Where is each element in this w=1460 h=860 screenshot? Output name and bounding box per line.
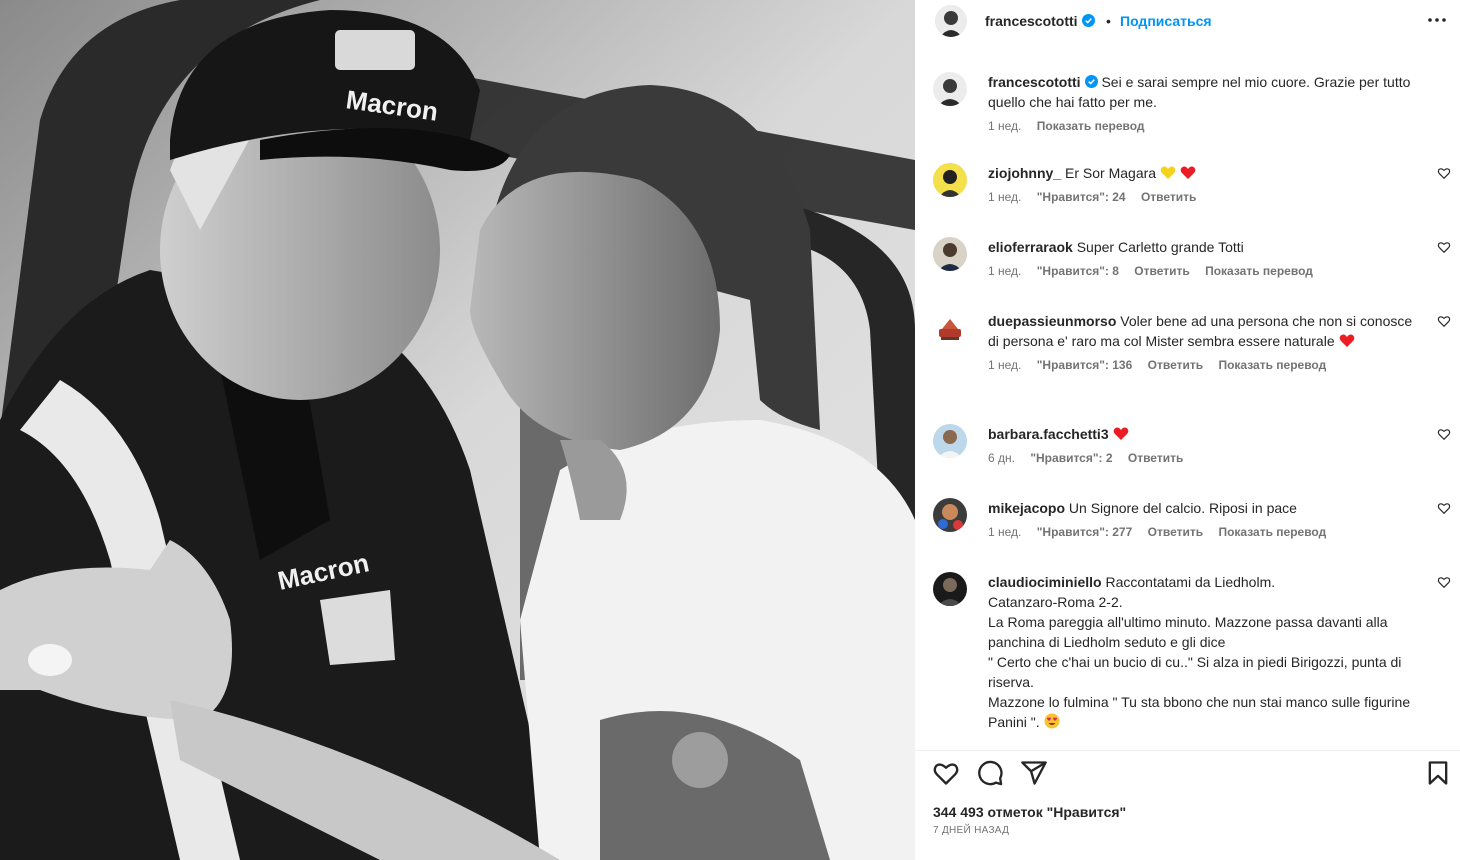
- comment-username[interactable]: mikejacopo: [988, 500, 1065, 516]
- comment-username[interactable]: barbara.facchetti3: [988, 426, 1109, 442]
- commenter-avatar[interactable]: [933, 424, 967, 458]
- commenter-avatar[interactable]: [933, 163, 967, 197]
- yellow-heart-emoji-icon: [1160, 166, 1176, 179]
- reply-button[interactable]: Ответить: [1148, 358, 1203, 372]
- comment-body: mikejacopo Un Signore del calcio. Riposi…: [988, 498, 1413, 539]
- reply-button[interactable]: Ответить: [1148, 525, 1203, 539]
- comment-username[interactable]: duepassieunmorso: [988, 313, 1116, 329]
- comment-like-icon[interactable]: [1437, 575, 1451, 589]
- commenter-avatar[interactable]: [933, 311, 967, 345]
- author-username[interactable]: francescototti: [985, 13, 1095, 29]
- save-icon[interactable]: [1424, 759, 1452, 787]
- caption-body: francescototti Sei e sarai sempre nel mi…: [988, 72, 1418, 133]
- comment-text: Un Signore del calcio. Riposi in pace: [1068, 500, 1297, 516]
- comment-username[interactable]: claudiociminiello: [988, 574, 1102, 590]
- comment-time[interactable]: 1 нед.: [988, 264, 1021, 278]
- comment-text-line: Catanzaro-Roma 2-2.: [988, 594, 1123, 610]
- comment-like-icon[interactable]: [1437, 166, 1451, 180]
- translate-button[interactable]: Показать перевод: [1218, 358, 1326, 372]
- commenter-avatar[interactable]: [933, 572, 967, 606]
- comment-username[interactable]: elioferraraok: [988, 239, 1073, 255]
- post-actions-bar: [915, 750, 1460, 794]
- likes-count[interactable]: 344 493 отметок "Нравится": [933, 804, 1126, 820]
- comment-likes[interactable]: "Нравится": 24: [1037, 190, 1126, 204]
- post-photo[interactable]: Macron Macron: [0, 0, 915, 860]
- post-date[interactable]: 7 ДНЕЙ НАЗАД: [933, 825, 1009, 836]
- commenter-avatar[interactable]: [933, 237, 967, 271]
- comment-likes[interactable]: "Нравится": 2: [1030, 451, 1112, 465]
- caption-meta: 1 нед. Показать перевод: [988, 119, 1418, 133]
- comment-body: ziojohnny_ Er Sor Magara 1 нед. "Нравитс…: [988, 163, 1413, 204]
- comment-like-icon[interactable]: [1437, 240, 1451, 254]
- comment-likes[interactable]: "Нравится": 277: [1037, 525, 1133, 539]
- share-icon[interactable]: [1020, 759, 1048, 787]
- comment-icon[interactable]: [976, 759, 1004, 787]
- translate-button[interactable]: Показать перевод: [1037, 119, 1145, 133]
- comment-username[interactable]: ziojohnny_: [988, 165, 1061, 181]
- comment-body: duepassieunmorso Voler bene ad una perso…: [988, 311, 1413, 372]
- follow-button[interactable]: Подписаться: [1120, 13, 1212, 29]
- heart-eyes-emoji-icon: [1044, 713, 1060, 729]
- author-avatar[interactable]: [935, 5, 967, 37]
- comment-meta: 1 нед. "Нравится": 277 Ответить Показать…: [988, 525, 1413, 539]
- reply-button[interactable]: Ответить: [1134, 264, 1189, 278]
- comment-time[interactable]: 6 дн.: [988, 451, 1015, 465]
- comment-text-line: La Roma pareggia all'ultimo minuto. Mazz…: [988, 614, 1388, 650]
- comment-text: Super Carletto grande Totti: [1076, 239, 1244, 255]
- comment-meta: 6 дн. "Нравится": 2 Ответить: [988, 451, 1413, 465]
- comment-text-line: Mazzone lo fulmina " Tu sta bbono che nu…: [988, 694, 1411, 730]
- translate-button[interactable]: Показать перевод: [1218, 525, 1326, 539]
- red-heart-emoji-icon: [1113, 427, 1128, 440]
- comment-text-line: " Certo che c'hai un bucio di cu.." Si a…: [988, 654, 1402, 690]
- translate-button[interactable]: Показать перевод: [1205, 264, 1313, 278]
- separator-dot: •: [1106, 13, 1111, 29]
- caption-username[interactable]: francescototti: [988, 74, 1098, 90]
- verified-icon: [1081, 14, 1095, 27]
- comment-meta: 1 нед. "Нравится": 24 Ответить: [988, 190, 1413, 204]
- comment-body: claudiociminiello Raccontatami da Liedho…: [988, 572, 1413, 732]
- comment-likes[interactable]: "Нравится": 8: [1037, 264, 1119, 278]
- comment-like-icon[interactable]: [1437, 314, 1451, 328]
- post-side-panel: francescototti • Подписаться francescoto…: [915, 0, 1460, 860]
- photo-illustration: Macron Macron: [0, 0, 915, 860]
- verified-icon: [1084, 75, 1098, 88]
- like-icon[interactable]: [932, 759, 960, 787]
- commenter-avatar[interactable]: [933, 498, 967, 532]
- comment-likes[interactable]: "Нравится": 136: [1037, 358, 1133, 372]
- caption-time[interactable]: 1 нед.: [988, 119, 1021, 133]
- author-avatar[interactable]: [933, 72, 967, 106]
- red-heart-emoji-icon: [1339, 334, 1354, 347]
- comment-body: barbara.facchetti3 6 дн. "Нравится": 2 О…: [988, 424, 1413, 465]
- comment-time[interactable]: 1 нед.: [988, 358, 1021, 372]
- comment-like-icon[interactable]: [1437, 501, 1451, 515]
- comment-time[interactable]: 1 нед.: [988, 525, 1021, 539]
- reply-button[interactable]: Ответить: [1141, 190, 1196, 204]
- comments-list[interactable]: francescototti Sei e sarai sempre nel mi…: [915, 55, 1460, 745]
- comment-time[interactable]: 1 нед.: [988, 190, 1021, 204]
- comment-meta: 1 нед. "Нравится": 136 Ответить Показать…: [988, 358, 1413, 372]
- comment-text: Raccontatami da Liedholm.: [1105, 574, 1276, 590]
- more-icon[interactable]: [1425, 8, 1449, 32]
- comment-like-icon[interactable]: [1437, 427, 1451, 441]
- comment-text: Er Sor Magara: [1065, 165, 1157, 181]
- comment-meta: 1 нед. "Нравится": 8 Ответить Показать п…: [988, 264, 1413, 278]
- reply-button[interactable]: Ответить: [1128, 451, 1183, 465]
- comment-body: elioferraraok Super Carletto grande Tott…: [988, 237, 1413, 278]
- red-heart-emoji-icon: [1180, 166, 1196, 179]
- post-header: francescototti • Подписаться: [915, 0, 1460, 44]
